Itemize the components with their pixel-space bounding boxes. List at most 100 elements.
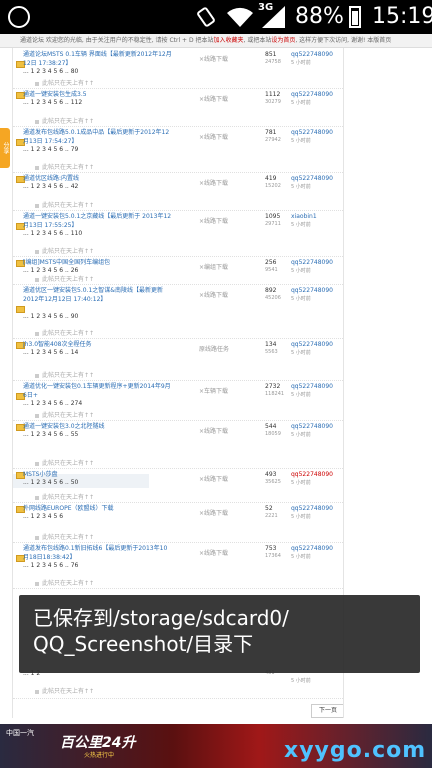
thread-note: 此帖只在天上有↑↑ [35, 370, 94, 379]
last-poster[interactable]: qq522748090 [291, 287, 333, 294]
last-poster[interactable]: qq522748090 [291, 545, 333, 552]
thread-pages[interactable]: ... 1 2 3 4 5 6 .. 76 [23, 562, 78, 569]
last-poster[interactable]: qq522748090 [291, 341, 333, 348]
thread-category[interactable]: ×线路下载 [199, 474, 228, 483]
last-poster[interactable]: xiaobin1 [291, 213, 317, 220]
thread-row[interactable]: 通道发布包线路0.1新旧拓线6【最后更新于2013年10月18日18:38:42… [13, 542, 343, 589]
thread-row[interactable]: MSTS小莎盘... 1 2 3 4 5 6 .. 50 ×线路下载 493 3562… [13, 468, 343, 503]
thread-row[interactable]: 通道优化一键安装包0.1车辆更新程序+更新2014年9月6日+... 1 2 3… [13, 380, 343, 421]
add-favorite-link[interactable]: 加入收藏夹 [214, 37, 244, 44]
thread-title[interactable]: 通道优化一键安装包0.1车辆更新程序+更新2014年9月6日+ [23, 382, 173, 400]
thread-category[interactable]: ×线路下载 [199, 132, 228, 141]
reply-count: 52 [265, 505, 273, 512]
thread-row[interactable]: 通道优区一键安装包5.0.1之智谋&南陵线【最新更新2012年12月12日 17… [13, 284, 343, 339]
set-homepage-link[interactable]: 设为首页 [271, 37, 295, 44]
thread-row[interactable]: 通道优区线路:内置线... 1 2 3 4 5 6 .. 42 ×线路下载 419 1… [13, 172, 343, 211]
last-poster[interactable]: qq522748090 [291, 505, 333, 512]
view-count: 17364 [265, 553, 281, 559]
thread-title[interactable]: 通道发布包线路0.1新旧拓线6【最后更新于2013年10月18日18:38:42… [23, 544, 173, 562]
thread-title[interactable]: 外网线路EUROPE（欧盟线）下载 [23, 504, 173, 513]
thread-title[interactable]: 通道一键安装包5.0.1之京藏线【最后更新于 2013年12月13日 17:55… [23, 212, 173, 230]
thread-row[interactable]: jh3.0智能408次全程任务... 1 2 3 4 5 6 .. 14 原线路任… [13, 338, 343, 381]
thread-category[interactable]: ×线路下载 [199, 290, 228, 299]
thread-row[interactable]: [编组]MSTS中国全国列车编组包... 1 2 3 4 5 6 .. 26 ×编… [13, 256, 343, 285]
thread-note: 此帖只在天上有↑↑ [35, 686, 94, 695]
last-poster[interactable]: qq522748090 [291, 259, 333, 266]
thread-title[interactable]: 通道一键安装包生成3.5 [23, 90, 173, 99]
thread-pages[interactable]: ... 1 2 3 4 5 6 .. 55 [23, 431, 78, 438]
thread-title[interactable]: 通道发布包线路5.0.1成品中品【最后更新于2012年12月13日 17:54:… [23, 128, 173, 146]
thread-category[interactable]: ×线路下载 [199, 94, 228, 103]
thread-category[interactable]: ×编组下载 [199, 262, 228, 271]
ad-banner[interactable]: 中国一汽 百公里24升 火热进行中 xyygo.com [0, 724, 432, 768]
thread-note: 此帖只在天上有↑↑ [35, 532, 94, 541]
last-poster[interactable]: qq522748090 [291, 383, 333, 390]
thread-pages[interactable]: ... 1 2 3 4 5 6 .. 26 [23, 267, 78, 274]
last-poster[interactable]: qq522748090 [291, 91, 333, 98]
last-poster[interactable]: qq522748090 [291, 129, 333, 136]
last-post-time: 5 小时前 [291, 268, 311, 274]
thread-pages[interactable]: ... 1 2 3 4 5 6 .. 274 [23, 400, 82, 407]
thread-category[interactable]: 原线路任务 [199, 344, 229, 353]
last-post-time: 5 小时前 [291, 60, 311, 66]
thread-pages[interactable]: ... 1 2 3 4 5 6 .. 14 [23, 349, 78, 356]
thread-pages[interactable]: ... 1 2 3 4 5 6 .. 79 [23, 146, 78, 153]
share-tab[interactable]: 分享 [0, 128, 10, 168]
toast-line-1: 已保存到/storage/sdcard0/ [33, 606, 289, 630]
thread-pages[interactable]: ... 1 2 3 4 5 6 [23, 513, 63, 520]
thread-category[interactable]: ×线路下载 [199, 178, 228, 187]
thread-category[interactable]: ×线路下载 [199, 54, 228, 63]
thread-note: 此帖只在天上有↑↑ [35, 458, 94, 467]
view-count: 27942 [265, 137, 281, 143]
thread-title[interactable]: 通道一键安装包3.0之北陉隧线 [23, 422, 173, 431]
view-count: 2221 [265, 513, 278, 519]
screenshot-toast: 已保存到/storage/sdcard0/ QQ_Screenshot/目录下 [19, 595, 420, 673]
thread-title[interactable]: [编组]MSTS中国全国列车编组包 [23, 258, 173, 267]
thread-pages[interactable]: ... 1 2 3 4 5 6 .. 90 [23, 313, 78, 320]
thread-row[interactable]: 通道发布包线路5.0.1成品中品【最后更新于2012年12月13日 17:54:… [13, 126, 343, 173]
last-poster[interactable]: qq522748090 [291, 175, 333, 182]
thread-title[interactable]: MSTS小莎盘 [23, 470, 173, 479]
battery-percent: 88% [295, 4, 344, 29]
thread-row[interactable]: 外网线路EUROPE（欧盟线）下载... 1 2 3 4 5 6 ×线路下载 52 2… [13, 502, 343, 543]
thread-row[interactable]: 通道一键安装包5.0.1之京藏线【最后更新于 2013年12月13日 17:55… [13, 210, 343, 257]
view-count: 30279 [265, 99, 281, 105]
last-poster[interactable]: qq522748090 [291, 471, 333, 478]
thread-category[interactable]: ×线路下载 [199, 216, 228, 225]
thread-row[interactable]: 通道论坛MSTS 0.1车辆 界面线【最新更新2012年12月12日 17:38… [13, 48, 343, 89]
next-page-button[interactable]: 下一页 [311, 704, 343, 718]
thread-category[interactable]: ×车辆下载 [199, 386, 228, 395]
signal-icon [262, 6, 285, 28]
thread-row[interactable]: 通道一键安装包生成3.5... 1 2 3 4 5 6 .. 112 ×线路下载 1… [13, 88, 343, 127]
thread-note: 此帖只在天上有↑↑ [35, 78, 94, 87]
last-poster[interactable]: qq522748090 [291, 423, 333, 430]
last-post-time: 5 小时前 [291, 222, 311, 228]
reply-count: 781 [265, 129, 277, 136]
last-post-time: 5 小时前 [291, 296, 311, 302]
thread-title[interactable]: 通道优区线路:内置线 [23, 174, 173, 183]
thread-note: 此帖只在天上有↑↑ [35, 162, 94, 171]
battery-icon [349, 6, 361, 28]
thread-title[interactable]: 通道优区一键安装包5.0.1之智谋&南陵线【最新更新2012年12月12日 17… [23, 286, 173, 304]
thread-row[interactable]: 通道一键安装包3.0之北陉隧线... 1 2 3 4 5 6 .. 55 ×线路下… [13, 420, 343, 469]
thread-pages[interactable]: ... 1 2 3 4 5 6 .. 50 [23, 479, 78, 486]
thread-pages[interactable]: ... 1 2 3 4 5 6 .. 42 [23, 183, 78, 190]
view-count: 35625 [265, 479, 281, 485]
thread-note: 此帖只在天上有↑↑ [35, 116, 94, 125]
thread-pages[interactable]: ... 1 2 3 4 5 6 .. 110 [23, 230, 82, 237]
reply-count: 134 [265, 341, 277, 348]
last-post-time: 5 小时前 [291, 138, 311, 144]
thread-category[interactable]: ×线路下载 [199, 426, 228, 435]
thread-category[interactable]: ×线路下载 [199, 508, 228, 517]
thread-pages[interactable]: ... 1 2 3 4 5 6 .. 80 [23, 68, 78, 75]
thread-category[interactable]: ×线路下载 [199, 548, 228, 557]
thread-title[interactable]: 通道论坛MSTS 0.1车辆 界面线【最新更新2012年12月12日 17:38… [23, 50, 173, 68]
reply-count: 256 [265, 259, 277, 266]
thread-title[interactable]: jh3.0智能408次全程任务 [23, 340, 173, 349]
thread-note: 此帖只在天上有↑↑ [35, 578, 94, 587]
last-post-time: 5 小时前 [291, 392, 311, 398]
view-count: 29711 [265, 221, 281, 227]
folder-icon [16, 306, 25, 313]
thread-pages[interactable]: ... 1 2 3 4 5 6 .. 112 [23, 99, 82, 106]
last-poster[interactable]: qq522748090 [291, 51, 333, 58]
